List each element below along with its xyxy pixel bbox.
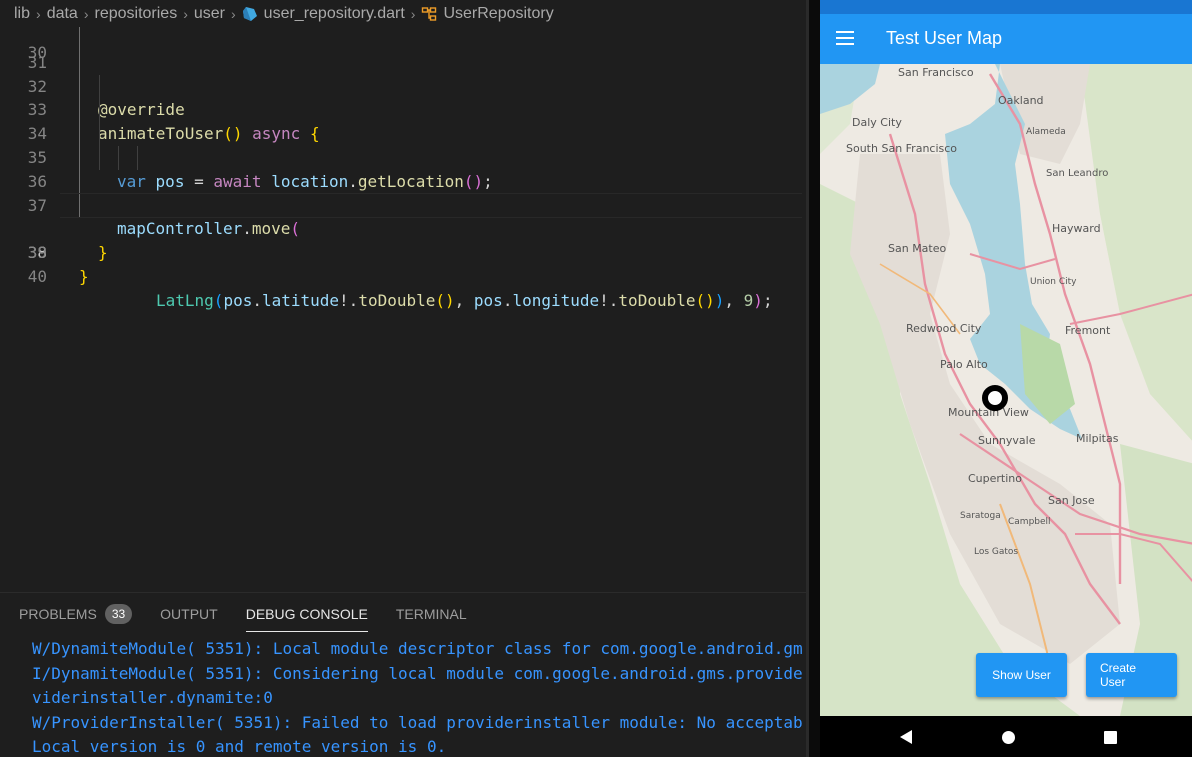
console-line: viderinstaller.dynamite:0 [32, 688, 273, 707]
map-label: Oakland [998, 94, 1044, 107]
show-user-button[interactable]: Show User [976, 653, 1067, 697]
breadcrumb: lib › data › repositories › user › user_… [0, 0, 806, 27]
tab-problems[interactable]: PROBLEMS 33 [19, 593, 133, 635]
code-line: 39 } [0, 217, 806, 286]
chevron-right-icon: › [183, 5, 188, 22]
breadcrumb-item[interactable]: user [194, 5, 225, 23]
breadcrumb-item[interactable]: data [47, 5, 78, 23]
map-label: San Leandro [1046, 168, 1108, 179]
map-label: San Mateo [888, 242, 947, 255]
chevron-right-icon: › [410, 5, 416, 22]
code-line: 37 } [0, 169, 806, 262]
chevron-right-icon: › [36, 5, 41, 22]
map-label: San Francisco [898, 66, 974, 79]
map-label: Campbell [1008, 517, 1051, 527]
console-line: Local version is 0 and remote version is… [32, 737, 447, 756]
map-label: Saratoga [960, 511, 1001, 521]
breadcrumb-item-class[interactable]: UserRepository [443, 5, 553, 23]
map-label: South San Francisco [846, 142, 957, 155]
recent-apps-icon[interactable] [1104, 731, 1117, 744]
tab-label: OUTPUT [160, 606, 218, 622]
map-label: Sunnyvale [978, 434, 1036, 447]
code-line-current: 38 [0, 192, 806, 262]
map-label: Redwood City [906, 322, 982, 335]
map-tiles: San Francisco Oakland Alameda Daly City … [820, 64, 1192, 716]
tab-label: PROBLEMS [19, 606, 97, 622]
screen-root: lib › data › repositories › user › user_… [0, 0, 1192, 757]
user-location-marker[interactable] [982, 385, 1008, 411]
back-icon[interactable] [900, 730, 912, 744]
tab-output[interactable]: OUTPUT [160, 593, 218, 635]
class-symbol-icon [422, 6, 437, 21]
code-line: 32 animateToUser() async { [0, 50, 806, 143]
map-label: Hayward [1052, 222, 1101, 235]
map-label: Milpitas [1076, 432, 1119, 445]
code-line: 40 [0, 241, 806, 286]
console-line: I/DynamiteModule( 5351): Considering loc… [32, 663, 802, 683]
tab-label: DEBUG CONSOLE [245, 606, 368, 622]
code-line: 34 [0, 98, 806, 143]
code-line: 35 mapController.move( [0, 122, 806, 238]
menu-icon[interactable] [836, 31, 854, 45]
code-editor: lib › data › repositories › user › user_… [0, 0, 806, 757]
map-label: Palo Alto [940, 358, 988, 371]
breadcrumb-item[interactable]: lib [14, 5, 30, 23]
chevron-right-icon: › [231, 5, 236, 22]
problems-count-badge: 33 [104, 604, 133, 624]
chevron-right-icon: › [83, 5, 89, 22]
code-line: 36 LatLng(pos.latitude!.toDouble(), pos.… [0, 145, 806, 310]
tab-label: TERMINAL [395, 606, 467, 622]
tab-debug-console[interactable]: DEBUG CONSOLE [245, 593, 369, 635]
create-user-button[interactable]: Create User [1086, 653, 1177, 697]
phone-emulator: Test User Map San Francisco Oakland Alam… [806, 0, 1192, 757]
map-view[interactable]: San Francisco Oakland Alameda Daly City … [820, 64, 1192, 716]
breadcrumb-item-file[interactable]: user_repository.dart [264, 5, 405, 23]
map-label: Fremont [1065, 324, 1111, 337]
bottom-panel: PROBLEMS 33 OUTPUT DEBUG CONSOLE TERMINA… [0, 592, 806, 757]
console-line: W/DynamiteModule( 5351): Local module de… [32, 639, 802, 658]
breadcrumb-item[interactable]: repositories [95, 5, 178, 23]
status-bar [820, 0, 1192, 14]
app-bar: Test User Map [820, 14, 1192, 64]
map-label: Los Gatos [974, 547, 1018, 557]
dart-file-icon [242, 6, 257, 21]
map-label: Cupertino [968, 472, 1022, 485]
home-icon[interactable] [1002, 731, 1015, 744]
code-line: 31 @override [0, 27, 806, 119]
line-number: 40 [27, 266, 47, 286]
map-label: Alameda [1026, 127, 1066, 137]
map-label: San Jose [1048, 494, 1095, 507]
android-nav-bar [820, 716, 1192, 757]
code-line: 33 var pos = await location.getLocation(… [0, 74, 806, 191]
debug-console-output[interactable]: W/DynamiteModule( 5351): Local module de… [32, 637, 802, 757]
app-screen: Test User Map San Francisco Oakland Alam… [820, 0, 1192, 716]
console-line: W/ProviderInstaller( 5351): Failed to lo… [32, 712, 802, 732]
tab-terminal[interactable]: TERMINAL [396, 593, 467, 635]
panel-tabs: PROBLEMS 33 OUTPUT DEBUG CONSOLE TERMINA… [0, 593, 495, 635]
code-area[interactable]: 30 31 @override 32 animateToUser() async… [0, 27, 806, 592]
map-label: Union City [1030, 277, 1077, 287]
map-label: Daly City [852, 116, 902, 129]
app-title: Test User Map [886, 28, 1003, 48]
